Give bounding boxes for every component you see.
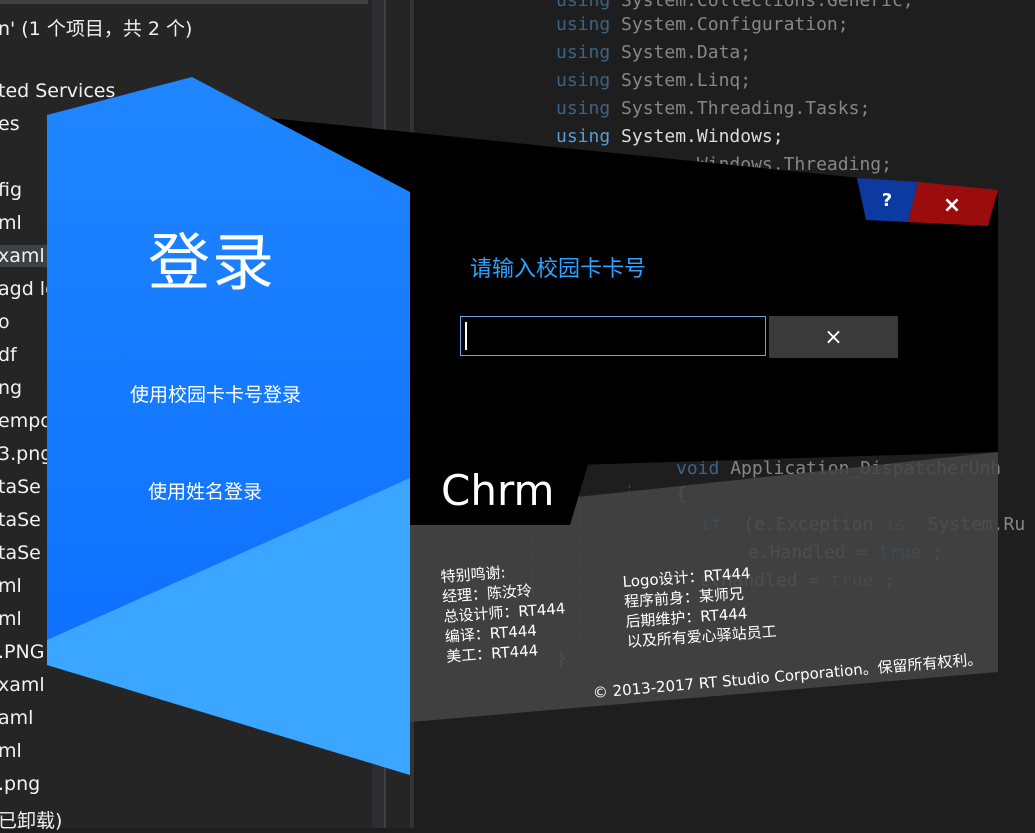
code-token: { [604,400,615,421]
explorer-filter-status: n' (1 个项目，共 2 个) [0,18,193,40]
code-token: true [878,542,922,563]
code-line: using System.Threading.Tasks; [556,98,870,119]
explorer-item[interactable]: 已卸载) [0,806,62,833]
explorer-item[interactable]: df [0,344,17,366]
fold-chevron-icon[interactable]: ⌵ [522,210,530,226]
solution-explorer: n' (1 个项目，共 2 个) ted Services es fig ml xaml… [0,0,372,832]
input-prompt: 请输入校园卡卡号 [470,257,647,282]
code-line: { [676,484,687,505]
quick-action-icon[interactable]: ⇅ [418,374,433,395]
code-token: using [556,42,611,63]
code-line: 1 个引用 [676,428,752,454]
brand-logo-text: Chrm [441,466,555,515]
code-token: : [864,376,897,397]
explorer-item[interactable]: ted Services [0,80,115,102]
explorer-item[interactable]: es [0,113,20,135]
code-line: using System.Linq; [556,70,751,91]
code-token: Chrm_Ragd [664,210,762,231]
code-token: System.Windows.Threading; [621,154,892,175]
code-token: ; [932,542,944,563]
code-token: is [884,514,906,535]
code-token: (e.Exception [732,514,885,535]
explorer-item[interactable]: aml [0,707,33,729]
card-number-input[interactable] [460,316,766,356]
code-token: using [556,70,611,91]
explorer-item[interactable]: .png [0,773,40,795]
code-token: System.Data; [621,42,752,63]
code-line: using System.Data; [556,42,751,63]
explorer-item[interactable]: taSe [0,542,41,564]
explorer-item[interactable]: ng [0,377,22,399]
code-token: 1 个引用 [676,432,752,453]
code-token: if [700,514,722,535]
explorer-item[interactable]: taSe [0,476,41,498]
code-line: using System.Windows; [556,126,784,147]
login-option-card-number[interactable]: 使用校园卡卡号登录 [130,380,301,407]
code-token: /// App.xaml 的交互逻辑 [604,296,835,317]
code-token: public partial class [604,376,821,397]
code-token: using [556,126,611,147]
code-line: using System.Collections.Generic; [556,0,914,11]
explorer-top-border [0,0,368,4]
code-token: true [830,570,874,591]
code-token: System.Windows; [621,126,784,147]
code-token: using [556,154,611,175]
help-button[interactable]: ? [872,186,902,214]
explorer-item[interactable]: empo [0,410,52,432]
code-token: System.Threading.Tasks; [621,98,871,119]
code-line: void Application_DispatcherUnh [676,458,1001,479]
credits-left: 特别鸣谢: 经理：陈汝玲 总设计师：RT444 编译：RT444 美工：RT444 [440,558,569,666]
code-token: using [556,14,611,35]
code-line: if (e.Exception is System.Ru [700,514,1025,535]
code-token: using [556,0,611,11]
code-token: Application_DispatcherUnh [730,458,1002,479]
code-line: /// App.xaml 的交互逻辑 [604,292,835,318]
code-token: App [831,376,865,397]
code-line: using System.Configuration; [556,14,849,35]
code-token: void [676,458,720,479]
code-line: using System.Windows.Threading; [556,154,892,175]
code-line: { [604,400,615,421]
indent-guide [579,400,580,640]
explorer-item[interactable]: fig [0,179,22,201]
close-button[interactable]: × [932,190,972,220]
explorer-item[interactable]: o [0,311,10,333]
code-token: System.Collections.Generic; [621,0,914,11]
login-title: 登录 [148,226,277,299]
code-token: System.Configuration; [621,14,849,35]
code-line: public partial class App : Applicati [604,376,994,397]
code-token: ; [884,570,896,591]
code-editor[interactable]: ⌵ ⌵ ⌵ using System.Collections.Generic; u… [414,0,1035,828]
code-token: System.Linq; [621,70,752,91]
explorer-item[interactable]: 3.png [0,443,52,465]
code-token: Applicati [896,376,995,397]
code-token: e.Handled = [748,542,879,563]
explorer-item[interactable]: ml [0,575,22,597]
explorer-item[interactable]: xaml [0,674,45,696]
code-line: namespace Chrm_Ragd [556,210,762,231]
explorer-item[interactable]: ml [0,212,22,234]
code-line: e.Handled = true ; [748,542,943,563]
text-caret [465,322,467,350]
credits-right: Logo设计：RT444 程序前身：某师兄 后期维护：RT444 以及所有爱心驿站员工 [622,562,777,652]
explorer-item[interactable]: taSe [0,509,41,531]
explorer-item[interactable]: agd lo [0,278,57,300]
explorer-item[interactable]: ml [0,608,22,630]
explorer-item[interactable]: .PNG [0,641,44,663]
code-token: namespace [556,210,654,231]
code-token: System.Ru [916,514,1026,535]
code-token: using [556,98,611,119]
close-icon: × [824,324,843,350]
clear-button[interactable]: × [769,316,898,358]
fold-chevron-icon[interactable]: ⌵ [522,376,530,392]
login-option-name[interactable]: 使用姓名登录 [148,477,262,504]
explorer-item[interactable]: ml [0,740,22,762]
code-token: { [676,484,687,505]
